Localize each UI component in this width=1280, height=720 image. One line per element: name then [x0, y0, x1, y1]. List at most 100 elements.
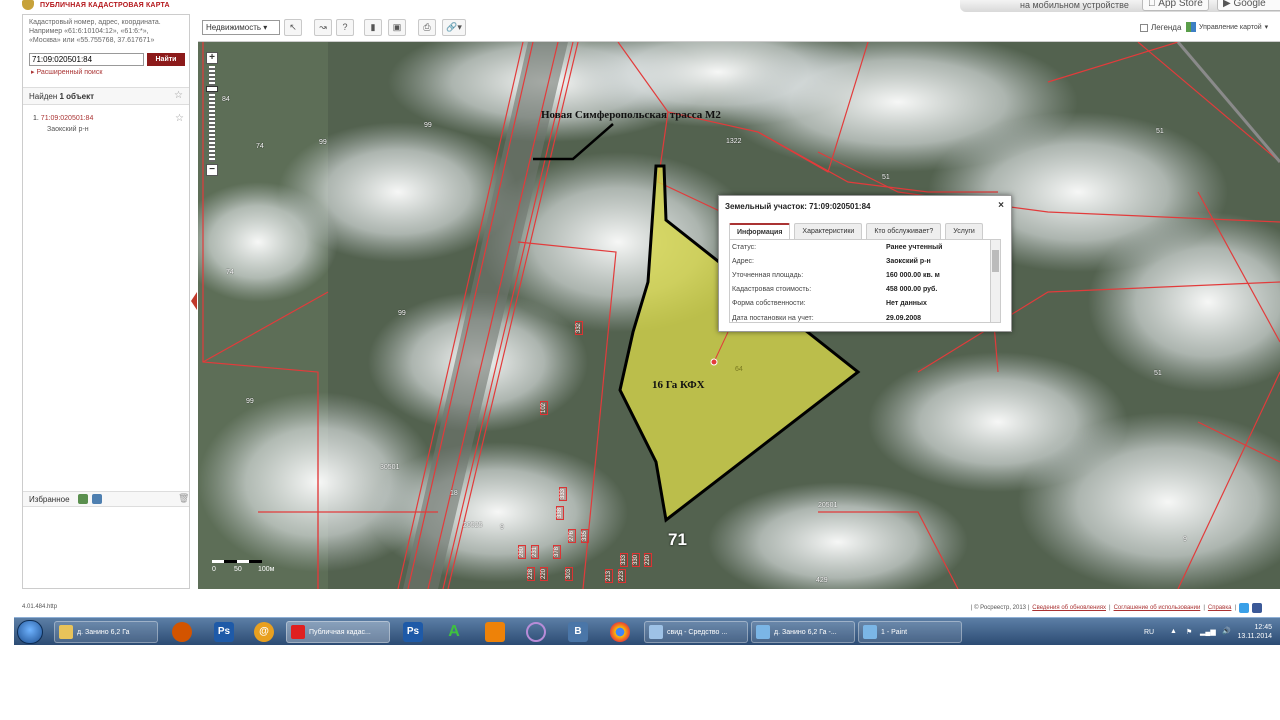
parcel-marker[interactable]	[710, 358, 718, 366]
taskbar-browser[interactable]: Публичная кадас...	[286, 621, 390, 643]
volume-icon[interactable]: 🔊	[1222, 627, 1231, 635]
advanced-search-link[interactable]: ▸ Расширенный поиск	[31, 68, 102, 76]
zoom-slider-track[interactable]	[209, 66, 215, 162]
star-icon[interactable]: ☆	[174, 90, 183, 101]
close-icon[interactable]: ×	[998, 200, 1004, 211]
tab-who-serves[interactable]: Кто обслуживает?	[866, 223, 942, 239]
mobile-text: на мобильном устройстве	[1020, 0, 1129, 10]
language-indicator[interactable]: RU	[1144, 629, 1154, 636]
a-app-icon[interactable]: A	[444, 622, 464, 642]
taskbar-paint-1[interactable]: д. Занино 6,2 Га -...	[751, 621, 855, 643]
updates-link[interactable]: Сведения об обновлениях	[1032, 605, 1106, 611]
help-link[interactable]: Справка	[1208, 605, 1232, 611]
plot-number: 231	[531, 544, 540, 560]
taskbar-folder[interactable]: д. Занино 6,2 Га	[54, 621, 158, 643]
mail-agent-icon[interactable]: @	[254, 622, 274, 642]
taskbar-label: Публичная кадас...	[309, 628, 371, 636]
snipping-icon	[649, 625, 663, 639]
search-hint-line: Кадастровый номер, адрес, координата.	[29, 19, 161, 26]
tab-characteristics[interactable]: Характеристики	[794, 223, 863, 239]
link-tool-icon[interactable]: 🔗▾	[442, 19, 466, 36]
scale-label: 50	[234, 566, 242, 573]
chrome-icon[interactable]	[610, 622, 630, 642]
cad-number: 429	[816, 577, 828, 584]
trash-icon[interactable]: 🗑	[178, 493, 189, 504]
flag-icon[interactable]: ⚑	[1186, 628, 1192, 636]
taskbar-paint-2[interactable]: 1 - Paint	[858, 621, 962, 643]
tab-information[interactable]: Информация	[729, 223, 791, 239]
facebook-icon[interactable]	[1252, 603, 1262, 613]
result-link[interactable]: 71:09:020501:84	[41, 115, 94, 122]
twitter-icon[interactable]	[1239, 603, 1249, 613]
googleplay-button[interactable]: ▶ Google play	[1217, 0, 1280, 11]
info-label: Уточненная площадь:	[732, 272, 804, 279]
info-value: Нет данных	[886, 300, 927, 307]
cad-number: 20525	[463, 522, 483, 529]
app-window: ПУБЛИЧНАЯ КАДАСТРОВАЯ КАРТА на мобильном…	[0, 0, 1280, 720]
vkontakte-icon[interactable]: B	[568, 622, 588, 642]
photoshop-icon[interactable]: Ps	[403, 622, 423, 642]
info-value: 160 000.00 кв. м	[886, 272, 940, 279]
zoom-in-button[interactable]: +	[206, 52, 218, 64]
plot-number: 332	[575, 320, 584, 336]
taskbar-snipping[interactable]: свид - Средство ...	[644, 621, 748, 643]
appstore-button[interactable]:  App Store	[1142, 0, 1209, 11]
search-hint-line: «Москва» или «55.755768, 37.617671»	[29, 37, 155, 44]
import-favorite-icon[interactable]	[92, 494, 102, 504]
firefox-icon[interactable]	[172, 622, 192, 642]
logo[interactable]: ПУБЛИЧНАЯ КАДАСТРОВАЯ КАРТА	[22, 0, 170, 10]
identify-tool-icon[interactable]: ↖	[284, 19, 302, 36]
result-item[interactable]: 1. 71:09:020501:84 Заокский р-н	[33, 115, 94, 133]
scale-graphic	[212, 560, 262, 563]
search-input[interactable]	[29, 53, 144, 66]
photoshop-icon[interactable]: Ps	[214, 622, 234, 642]
tray-arrow-icon[interactable]: ▲	[1170, 628, 1177, 635]
info-label: Адрес:	[732, 258, 754, 265]
clock[interactable]: 12:45 13.11.2014	[1237, 623, 1272, 641]
collapse-panel-handle[interactable]	[191, 292, 197, 310]
search-hint-line: Например «61:6:10104:12», «61:6:*»,	[29, 28, 149, 35]
realty-select[interactable]: Недвижимость ▾	[202, 20, 280, 35]
cad-number: 1322	[726, 138, 742, 145]
network-icon[interactable]: ▂▄▆	[1200, 628, 1216, 636]
cad-number: 99	[319, 139, 327, 146]
legend-checkbox[interactable]	[1140, 23, 1148, 32]
realty-select-value: Недвижимость	[206, 23, 262, 32]
start-button[interactable]	[17, 620, 43, 644]
add-favorite-icon[interactable]	[78, 494, 88, 504]
info-label: Дата постановки на учет:	[732, 315, 814, 322]
map-management-button[interactable]: Управление картой ▾	[1186, 22, 1268, 32]
taskbar-label: свид - Средство ...	[667, 628, 728, 636]
cad-number: 74	[256, 143, 264, 150]
logo-text: ПУБЛИЧНАЯ КАДАСТРОВАЯ КАРТА	[40, 1, 170, 9]
info-tool-icon[interactable]: ?	[336, 19, 354, 36]
zoom-slider-handle[interactable]	[206, 86, 218, 92]
print-tool-icon[interactable]: ⎙	[418, 19, 436, 36]
info-label: Статус:	[732, 244, 757, 251]
copyright-text: | © Росреестр, 2013 |	[970, 605, 1030, 611]
parcel-info-popup: Земельный участок: 71:09:020501:84 × Инф…	[718, 195, 1012, 332]
info-value: 458 000.00 руб.	[886, 286, 938, 293]
map-grid-icon	[1186, 22, 1196, 32]
separator: |	[1109, 605, 1111, 611]
info-label: Кадастровая стоимость:	[732, 286, 812, 293]
odnoklassniki-icon[interactable]	[485, 622, 505, 642]
cad-number: 84	[222, 96, 230, 103]
search-button[interactable]: Найти	[147, 53, 185, 66]
plot-number: 338	[556, 505, 565, 521]
tab-services[interactable]: Услуги	[945, 223, 983, 239]
measure-tool-icon[interactable]: ↝	[314, 19, 332, 36]
legend-toggle[interactable]: Легенда	[1140, 23, 1181, 32]
popup-scrollbar[interactable]	[990, 240, 1000, 322]
zoom-out-button[interactable]: −	[206, 164, 218, 176]
layers-tool-icon[interactable]: ▣	[388, 19, 406, 36]
scroll-thumb[interactable]	[992, 250, 999, 272]
parcel-label: 16 Га КФХ	[652, 379, 705, 391]
star-icon[interactable]: ☆	[175, 113, 184, 124]
chart-tool-icon[interactable]: ▮	[364, 19, 382, 36]
cad-number: 51	[882, 174, 890, 181]
agreement-link[interactable]: Соглашение об использовании	[1114, 605, 1201, 611]
ring-app-icon[interactable]	[526, 622, 546, 642]
popup-title: Земельный участок: 71:09:020501:84	[725, 202, 871, 211]
plot-number: 378	[553, 544, 562, 560]
